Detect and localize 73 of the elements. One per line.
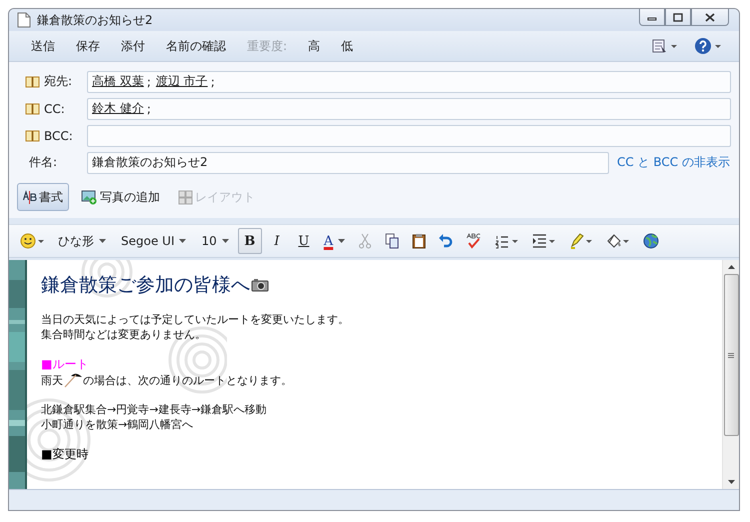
help-icon — [694, 37, 722, 55]
smiley-icon — [20, 233, 44, 249]
recipient-name[interactable]: 鈴木 健介 — [92, 100, 144, 117]
bold-button[interactable]: B — [238, 228, 262, 254]
separator-text: ; — [210, 74, 215, 88]
subject-field[interactable]: 鎌倉散策のお知らせ2 — [87, 152, 609, 174]
caret-icon — [99, 239, 106, 243]
body-text: の場合は、次の通りのルートとなります。 — [83, 373, 292, 388]
address-book-button[interactable]: CC: — [25, 102, 81, 116]
toolbar-button[interactable]: 名前の確認 — [158, 35, 234, 57]
undo-icon — [439, 233, 454, 249]
toolbar-button[interactable]: 高 — [300, 35, 328, 57]
letter-heading: 鎌倉散策ご参加の皆様へ — [41, 273, 250, 298]
section-heading: ■変更時 — [41, 446, 88, 462]
book-icon — [25, 75, 40, 88]
maximize-button[interactable] — [665, 9, 691, 26]
template-dropdown[interactable]: ひな形 — [52, 228, 112, 254]
minimize-button[interactable] — [639, 9, 665, 26]
subject-label: 件名: — [28, 154, 58, 171]
address-book-button[interactable]: BCC: — [25, 128, 81, 142]
hide-cc-bcc-link[interactable]: CC と BCC の非表示 — [617, 154, 730, 171]
font-dropdown[interactable]: Segoe UI — [115, 228, 192, 254]
font-size-dropdown[interactable]: 10 — [195, 228, 235, 254]
caret-icon — [338, 239, 346, 243]
address-field[interactable]: 高橋 双葉 ; 渡辺 市子 ; — [87, 70, 731, 92]
spellcheck-icon — [466, 233, 482, 249]
underline-button[interactable]: U — [292, 228, 316, 254]
separator-text: ; — [146, 102, 151, 116]
address-field[interactable]: 鈴木 健介 ; — [87, 98, 731, 120]
copy-icon — [385, 233, 400, 249]
ribbon-tab[interactable]: 書式 — [17, 183, 69, 211]
toolbar-button[interactable]: 保存 — [68, 35, 108, 57]
camera-icon — [251, 278, 269, 292]
recipient-name[interactable]: 渡辺 市子 — [156, 73, 208, 90]
maximize-icon — [673, 12, 683, 22]
book-icon — [25, 102, 40, 115]
grip-icon — [728, 352, 734, 358]
book-icon — [25, 129, 40, 142]
scroll-down-icon — [728, 480, 734, 484]
body-paragraph: 当日の天気によっては予定していたルートを変更いたします。 集合時間などは変更ありません。 — [41, 312, 349, 342]
address-book-button[interactable]: 宛先: — [25, 73, 81, 90]
globe-icon — [643, 233, 660, 249]
toolbar-button[interactable]: 低 — [333, 35, 362, 57]
text-format-icon — [23, 189, 37, 205]
clipboard-icon — [412, 233, 426, 249]
indent-icon — [532, 233, 556, 249]
toolbar-button[interactable]: 添付 — [113, 35, 153, 57]
italic-button[interactable]: I — [264, 228, 289, 254]
caret-icon — [222, 239, 229, 243]
separator-text: ; — [146, 74, 151, 88]
font-color-button[interactable]: A — [318, 228, 350, 254]
layout-grid-icon — [178, 190, 193, 204]
body-text: 雨天 — [41, 373, 63, 388]
scrollbar-thumb[interactable] — [724, 274, 738, 436]
recipient-name[interactable]: 高橋 双葉 — [92, 73, 144, 90]
numbered-list-icon — [495, 233, 520, 249]
document-icon — [17, 12, 31, 28]
close-button[interactable] — [691, 9, 729, 26]
document-pointer-icon — [652, 38, 678, 54]
window-title: 鎌倉散策のお知らせ2 — [37, 12, 153, 28]
scroll-up-icon — [728, 265, 734, 269]
caret-icon — [179, 239, 186, 243]
paint-bucket-icon — [606, 233, 630, 249]
highlighter-icon — [569, 233, 594, 249]
scissors-icon — [358, 233, 372, 249]
ribbon-tab[interactable]: 写真の追加 — [75, 183, 166, 211]
section-heading: ■ルート — [41, 356, 88, 372]
close-icon — [705, 12, 715, 22]
vertical-scrollbar[interactable] — [722, 260, 739, 489]
body-paragraph: 北鎌倉駅集合→円覚寺→建長寺→鎌倉駅へ移動 小町通りを散策→鶴岡八幡宮へ — [41, 402, 267, 432]
toolbar-button[interactable]: 送信 — [23, 35, 63, 57]
add-picture-icon — [81, 190, 98, 204]
address-field[interactable] — [87, 124, 731, 146]
